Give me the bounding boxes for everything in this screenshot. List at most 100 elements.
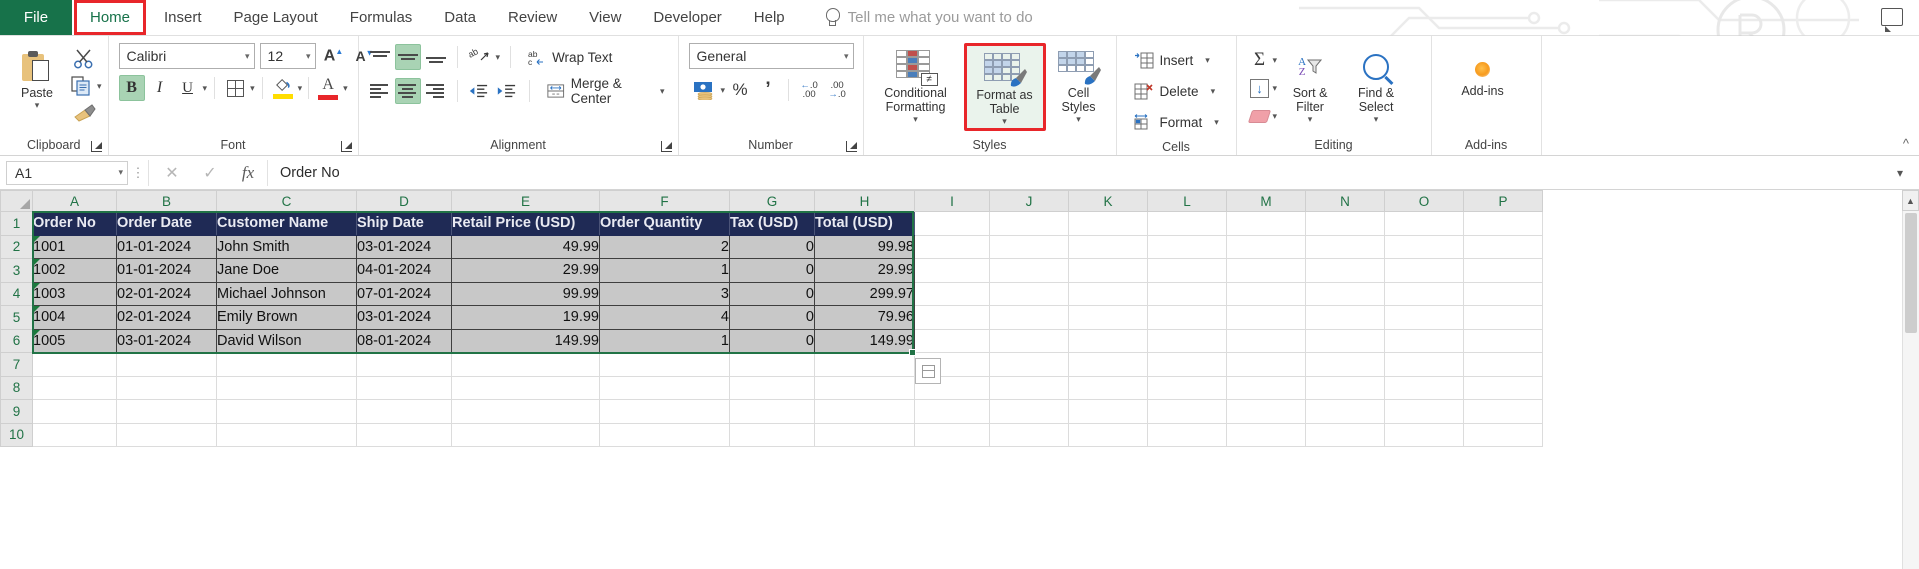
cell-M6[interactable] [1226, 329, 1306, 353]
clear-button[interactable] [1247, 103, 1273, 129]
fill-button[interactable]: ↓ [1247, 75, 1273, 101]
cell-J7[interactable] [989, 352, 1069, 377]
row-header-9[interactable]: 9 [0, 399, 33, 424]
column-header-n[interactable]: N [1305, 190, 1385, 212]
cell-M2[interactable] [1226, 235, 1306, 259]
cell-F7[interactable] [599, 352, 730, 377]
cell-F1[interactable]: Order Quantity [599, 211, 730, 236]
cell-L1[interactable] [1147, 211, 1227, 236]
cell-O6[interactable] [1384, 329, 1464, 353]
cell-G2[interactable]: 0 [729, 235, 815, 259]
cell-O1[interactable] [1384, 211, 1464, 236]
number-dialog-launcher[interactable] [845, 141, 857, 152]
tab-developer[interactable]: Developer [637, 0, 737, 35]
cell-L7[interactable] [1147, 352, 1227, 377]
cell-H10[interactable] [814, 423, 915, 447]
underline-button[interactable]: U [175, 75, 201, 101]
number-format-chevron-down-icon[interactable]: ▾ [840, 51, 849, 62]
cell-G8[interactable] [729, 376, 815, 400]
cell-H8[interactable] [814, 376, 915, 400]
increase-decimal-button[interactable]: ←.0.00 [796, 77, 822, 103]
cell-C5[interactable]: Emily Brown [216, 305, 357, 330]
row-header-2[interactable]: 2 [0, 234, 33, 259]
cell-K9[interactable] [1068, 399, 1148, 424]
tab-insert[interactable]: Insert [148, 0, 218, 35]
fill-chevron-down-icon[interactable]: ▾ [1273, 83, 1278, 94]
cell-N7[interactable] [1305, 352, 1385, 377]
cell-F8[interactable] [599, 376, 730, 400]
cell-E5[interactable]: 19.99 [451, 305, 600, 330]
cell-P10[interactable] [1463, 423, 1543, 447]
cell-L5[interactable] [1147, 305, 1227, 330]
cell-C6[interactable]: David Wilson [216, 329, 357, 353]
cell-C1[interactable]: Customer Name [216, 211, 357, 236]
cell-E2[interactable]: 49.99 [451, 235, 600, 259]
cell-F6[interactable]: 1 [599, 329, 730, 353]
cell-E6[interactable]: 149.99 [451, 329, 600, 353]
cell-F9[interactable] [599, 399, 730, 424]
cell-L10[interactable] [1147, 423, 1227, 447]
cell-B4[interactable]: 02-01-2024 [116, 282, 217, 306]
cell-L9[interactable] [1147, 399, 1227, 424]
column-header-j[interactable]: J [989, 190, 1069, 212]
italic-button[interactable]: I [147, 75, 173, 101]
cell-E4[interactable]: 99.99 [451, 282, 600, 306]
cell-F2[interactable]: 2 [599, 235, 730, 259]
cell-J3[interactable] [989, 258, 1069, 283]
cell-O9[interactable] [1384, 399, 1464, 424]
cell-D5[interactable]: 03-01-2024 [356, 305, 452, 330]
cell-E3[interactable]: 29.99 [451, 258, 600, 283]
cell-C2[interactable]: John Smith [216, 235, 357, 259]
cell-E10[interactable] [451, 423, 600, 447]
cell-N1[interactable] [1305, 211, 1385, 236]
cell-J9[interactable] [989, 399, 1069, 424]
tab-review[interactable]: Review [492, 0, 573, 35]
cell-K3[interactable] [1068, 258, 1148, 283]
cell-M5[interactable] [1226, 305, 1306, 330]
formula-bar-options-icon[interactable]: ⋮ [128, 165, 148, 181]
cell-A10[interactable] [32, 423, 117, 447]
vertical-scrollbar[interactable] [1902, 211, 1919, 569]
paste-button[interactable]: Paste ▾ [6, 43, 68, 113]
insert-function-button[interactable]: fx [229, 160, 267, 186]
accounting-chevron-down-icon[interactable]: ▾ [721, 85, 726, 96]
merge-center-chevron-down-icon[interactable]: ▾ [660, 86, 665, 97]
merge-center-button[interactable]: Merge & Center ▾ [540, 76, 671, 106]
cell-G7[interactable] [729, 352, 815, 377]
name-box[interactable]: A1 ▾ [6, 160, 128, 185]
align-left-button[interactable] [367, 78, 393, 104]
cell-K8[interactable] [1068, 376, 1148, 400]
wrap-text-button[interactable]: ab c Wrap Text [521, 43, 619, 71]
cell-P6[interactable] [1463, 329, 1543, 353]
cell-G3[interactable]: 0 [729, 258, 815, 283]
cell-D9[interactable] [356, 399, 452, 424]
cell-A5[interactable]: 1004 [32, 305, 117, 330]
column-header-p[interactable]: P [1463, 190, 1543, 212]
bold-button[interactable]: B [118, 75, 145, 101]
cell-K2[interactable] [1068, 235, 1148, 259]
cell-K1[interactable] [1068, 211, 1148, 236]
column-header-e[interactable]: E [451, 190, 600, 212]
align-bottom-button[interactable] [423, 44, 449, 70]
cell-D1[interactable]: Ship Date [356, 211, 452, 236]
column-header-l[interactable]: L [1147, 190, 1227, 212]
cell-P4[interactable] [1463, 282, 1543, 306]
cell-L8[interactable] [1147, 376, 1227, 400]
tab-home[interactable]: Home [74, 0, 147, 35]
format-cells-button[interactable]: Format ▾ [1127, 108, 1226, 136]
row-header-5[interactable]: 5 [0, 305, 33, 330]
column-header-h[interactable]: H [814, 190, 915, 212]
scroll-up-button[interactable]: ▲ [1902, 190, 1919, 211]
cancel-formula-button[interactable]: ✕ [153, 160, 191, 186]
column-header-b[interactable]: B [116, 190, 217, 212]
cell-N4[interactable] [1305, 282, 1385, 306]
cell-I1[interactable] [914, 211, 990, 236]
cell-A6[interactable]: 1005 [32, 329, 117, 353]
formula-input[interactable]: Order No [267, 159, 1887, 186]
cell-O7[interactable] [1384, 352, 1464, 377]
cell-H7[interactable] [814, 352, 915, 377]
cell-M10[interactable] [1226, 423, 1306, 447]
align-right-button[interactable] [423, 78, 449, 104]
borders-chevron-down-icon[interactable]: ▾ [250, 83, 255, 94]
increase-indent-button[interactable] [493, 78, 519, 104]
